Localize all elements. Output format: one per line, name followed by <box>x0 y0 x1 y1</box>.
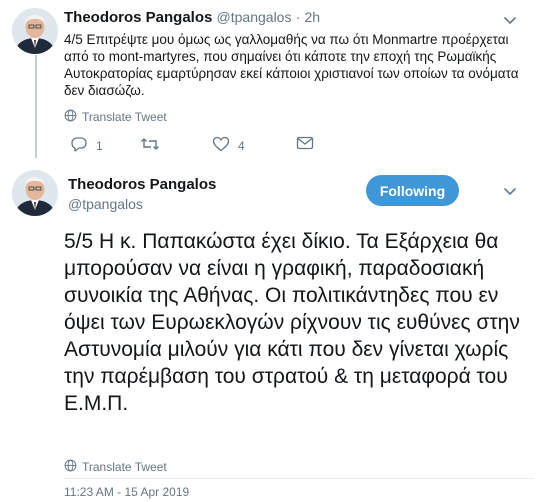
heart-icon <box>212 136 230 155</box>
chevron-down-icon[interactable] <box>500 181 520 201</box>
translate-label: Translate Tweet <box>82 460 167 474</box>
divider <box>64 478 534 479</box>
envelope-icon <box>296 136 314 153</box>
retweet-icon <box>140 136 160 155</box>
thread-connector-line <box>35 55 37 158</box>
like-button[interactable]: 4 <box>212 136 245 155</box>
author-name[interactable]: Theodoros Pangalos <box>64 9 212 26</box>
retweet-button[interactable] <box>140 136 168 155</box>
separator-dot: · <box>295 9 301 25</box>
like-count: 4 <box>238 138 245 153</box>
tweet-2-text: 5/5 Η κ. Παπακώστα έχει δίκιο. Τα Εξάρχε… <box>64 230 520 415</box>
direct-message-button[interactable] <box>296 136 314 153</box>
tweet-1-actions: 1 4 <box>64 136 524 156</box>
reply-count: 1 <box>96 138 103 153</box>
tweet-timestamp[interactable]: 11:23 AM - 15 Apr 2019 <box>64 485 189 499</box>
reply-icon <box>70 136 88 155</box>
tweet-1-header: Theodoros Pangalos @tpangalos · 2h <box>64 9 320 26</box>
translate-tweet-link[interactable]: Translate Tweet <box>64 109 167 125</box>
avatar[interactable] <box>12 8 58 54</box>
tweet-1-text: 4/5 Επιτρέψτε μου όμως ως γαλλομαθής να … <box>64 32 519 98</box>
reply-button[interactable]: 1 <box>70 136 103 155</box>
tweet-time[interactable]: 2h <box>304 9 320 25</box>
avatar[interactable] <box>12 170 58 216</box>
author-handle[interactable]: @tpangalos <box>217 9 292 25</box>
translate-label: Translate Tweet <box>82 110 167 124</box>
translate-tweet-link[interactable]: Translate Tweet <box>64 459 167 475</box>
chevron-down-icon[interactable] <box>500 10 520 30</box>
globe-icon <box>64 109 77 125</box>
author-handle[interactable]: @tpangalos <box>68 196 143 212</box>
author-name[interactable]: Theodoros Pangalos <box>68 176 216 193</box>
following-button[interactable]: Following <box>366 175 459 206</box>
globe-icon <box>64 459 77 475</box>
